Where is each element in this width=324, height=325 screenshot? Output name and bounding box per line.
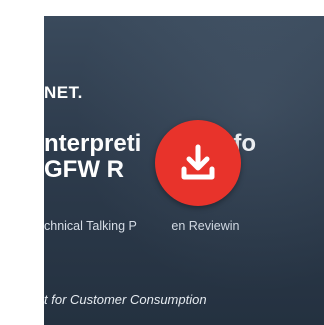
download-button[interactable] xyxy=(155,120,241,206)
brand-logo-text: NET. xyxy=(44,83,83,102)
document-subtitle: chnical Talking P en Reviewin xyxy=(44,219,240,233)
document-footer-text: t for Customer Consumption xyxy=(44,292,207,307)
download-icon xyxy=(181,144,215,180)
left-margin xyxy=(0,0,44,325)
